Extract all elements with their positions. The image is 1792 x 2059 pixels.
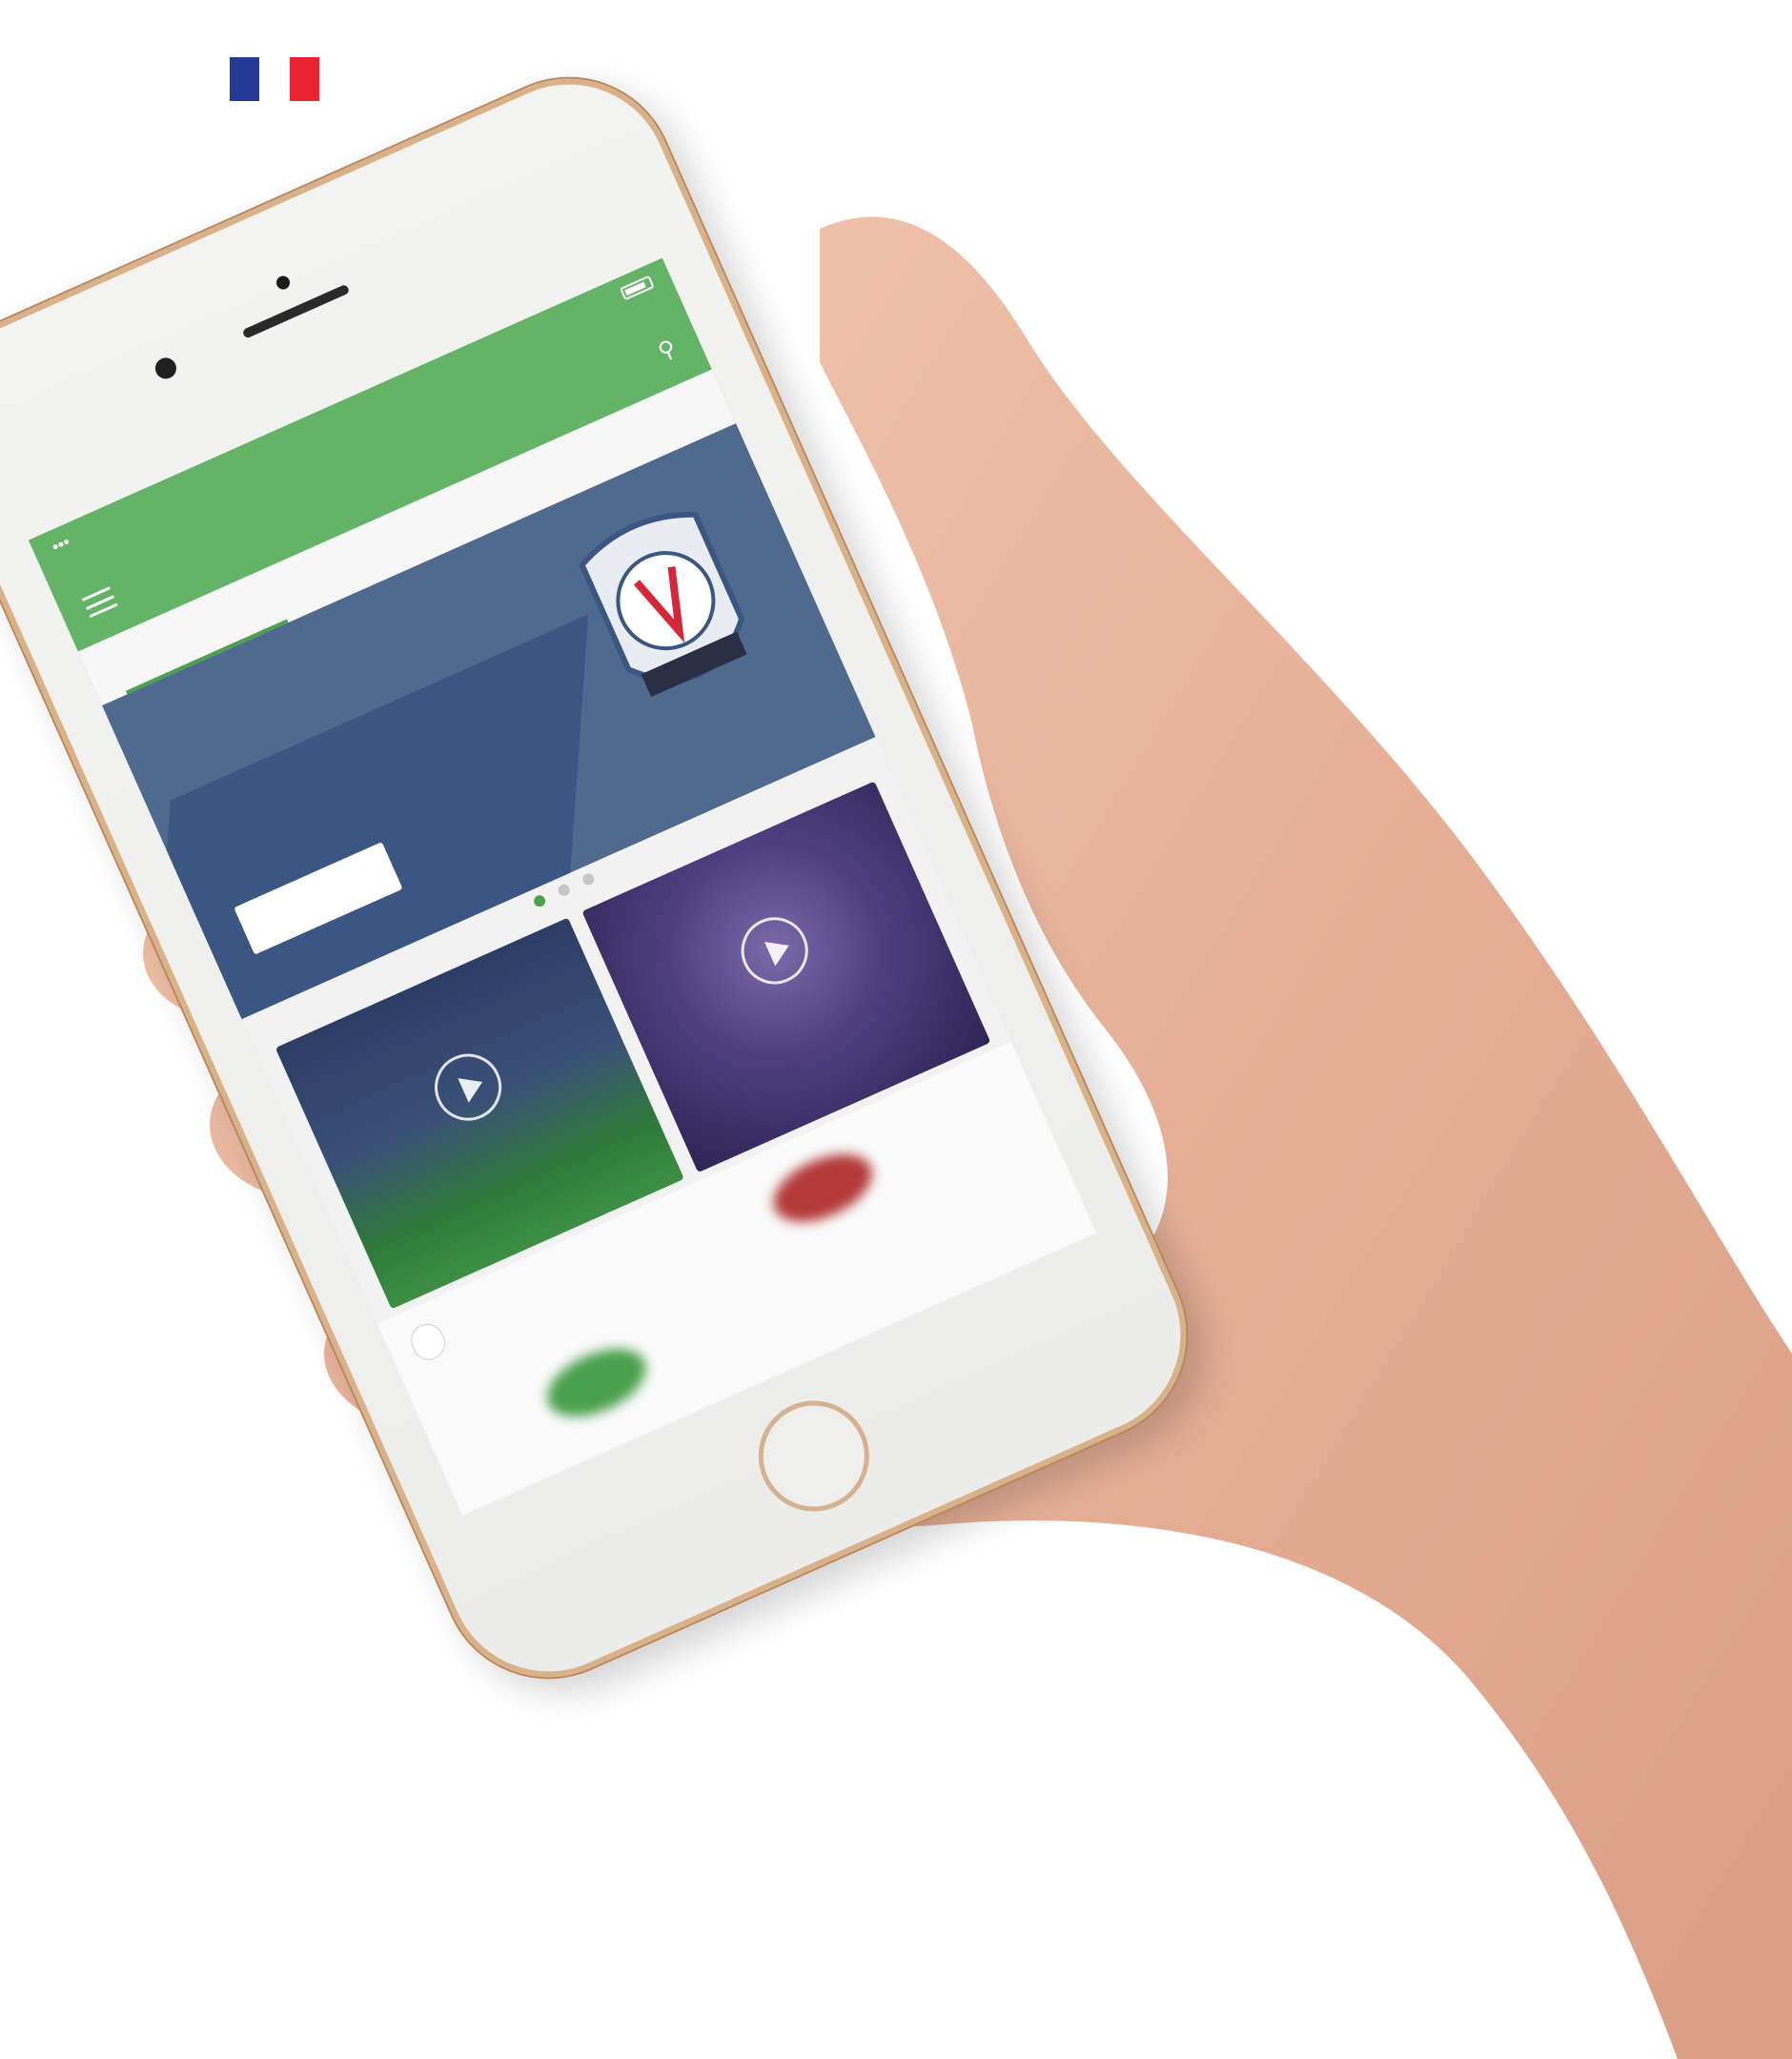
- cart-icon[interactable]: ⚲: [654, 334, 681, 366]
- flag-band-red: [289, 57, 319, 101]
- flag-band-white: [259, 57, 290, 101]
- club-crest-icon: [579, 511, 747, 698]
- flag-band-blue: [230, 57, 260, 101]
- carousel-dot-3[interactable]: [580, 871, 597, 887]
- proximity-sensor: [274, 274, 293, 292]
- carousel-dot-1[interactable]: [532, 893, 548, 909]
- battery-icon: [619, 275, 655, 301]
- earpiece-speaker: [241, 283, 351, 339]
- shop-section-label: [405, 1318, 451, 1366]
- france-flag-icon: [230, 57, 319, 101]
- signal-icon: •••: [49, 531, 73, 557]
- play-icon[interactable]: [423, 1043, 513, 1131]
- play-icon[interactable]: [730, 907, 819, 995]
- hamburger-menu-icon[interactable]: [81, 586, 118, 619]
- front-camera: [152, 354, 180, 382]
- home-button[interactable]: [741, 1382, 887, 1530]
- carousel-dot-2[interactable]: [556, 882, 572, 898]
- product-thumbnail-green[interactable]: [537, 1335, 657, 1431]
- scene: ••• ⚲: [0, 0, 1792, 2059]
- product-thumbnail-red[interactable]: [763, 1140, 883, 1236]
